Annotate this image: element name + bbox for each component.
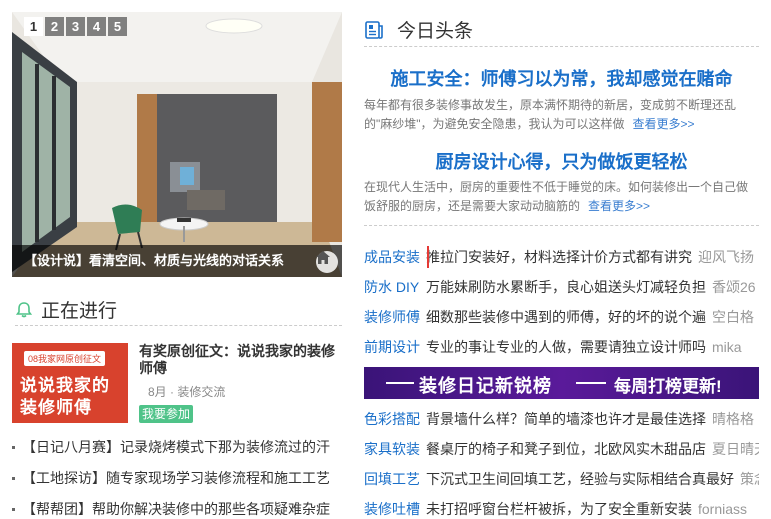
- list-item[interactable]: 【日记八月赛】记录烧烤模式下那为装修流过的汗: [12, 437, 344, 468]
- more-link[interactable]: 查看更多>>: [633, 117, 695, 131]
- author[interactable]: mika: [712, 339, 742, 355]
- title-link[interactable]: 餐桌厅的椅子和凳子到位，北欧风实木甜品店: [426, 441, 706, 457]
- category-link[interactable]: 家具软装: [364, 438, 426, 460]
- headline-2[interactable]: 厨房设计心得，只为做饭更轻松: [364, 148, 759, 174]
- slider-tab-3[interactable]: 3: [66, 17, 85, 36]
- author[interactable]: 空白格: [712, 309, 754, 325]
- category-link[interactable]: 防水 DIY: [364, 276, 426, 298]
- title-link[interactable]: 万能妹刷防水累断手，良心姐送头灯减轻负担: [426, 279, 706, 295]
- author[interactable]: forniass: [698, 501, 747, 517]
- headline-2-summary: 在现代人生活中，厨房的重要性不低于睡觉的床。如何装修出一个自己做饭舒服的厨房，还…: [364, 178, 759, 216]
- promo-image[interactable]: 08我家网原创征文 说说我家的 装修师傅: [12, 343, 128, 423]
- list-row: 装修吐槽 未打招呼窗台栏杆被拆，为了安全重新安装 forniass: [364, 498, 759, 519]
- category-link[interactable]: 装修师傅: [364, 306, 426, 328]
- list-row: 色彩搭配 背景墙什么样？简单的墙漆也许才是最佳选择 晴格格: [364, 408, 759, 430]
- promo-tag: 08我家网原创征文: [24, 351, 106, 366]
- slider-tabs: 1 2 3 4 5: [24, 17, 127, 36]
- promo-month: 8月: [148, 385, 167, 399]
- slider-tab-4[interactable]: 4: [87, 17, 106, 36]
- title-link[interactable]: 背景墙什么样？简单的墙漆也许才是最佳选择: [426, 411, 706, 427]
- slider-tab-2[interactable]: 2: [45, 17, 64, 36]
- home-icon: [316, 251, 330, 264]
- bell-icon: [15, 301, 33, 317]
- banner-arrow-right: [576, 382, 606, 384]
- author[interactable]: 晴格格: [712, 411, 754, 427]
- list-row: 前期设计 专业的事让专业的人做，需要请独立设计师吗 mika: [364, 336, 759, 358]
- category-link[interactable]: 装修吐槽: [364, 498, 426, 519]
- list-item[interactable]: 【帮帮团】帮助你解决装修中的那些各项疑难杂症: [12, 499, 344, 519]
- diary-ranking-banner[interactable]: 装修日记新锐榜 每周打榜更新!: [364, 367, 759, 399]
- slider-tab-5[interactable]: 5: [108, 17, 127, 36]
- category-link[interactable]: 回填工艺: [364, 468, 426, 490]
- title-link[interactable]: 专业的事让专业的人做，需要请独立设计师吗: [426, 339, 706, 355]
- author[interactable]: 策念: [740, 471, 759, 487]
- ongoing-list: 【日记八月赛】记录烧烤模式下那为装修流过的汗 【工地探访】随专家现场学习装修流程…: [12, 437, 344, 519]
- headline-1[interactable]: 施工安全：师傅习以为常，我却感觉在赌命: [364, 65, 759, 91]
- list-item[interactable]: 【工地探访】随专家现场学习装修流程和施工工艺: [12, 468, 344, 499]
- headlines-header: 今日头条: [364, 13, 759, 47]
- headlines-title: 今日头条: [397, 21, 474, 42]
- list-row: 家具软装餐桌厅的椅子和凳子到位，北欧风实木甜品店夏日晴天: [364, 438, 759, 460]
- home-button[interactable]: [316, 251, 338, 273]
- slider-tab-1[interactable]: 1: [24, 17, 43, 36]
- banner-arrow-left: [386, 382, 414, 384]
- ongoing-header: 正在进行: [15, 294, 342, 326]
- page: 1 2 3 4 5 【设计说】看清空间、材质与光线的对话关系 正在进行 08我家…: [0, 0, 771, 519]
- highlight-box: [427, 246, 759, 268]
- slide-image-living-room: [12, 12, 342, 277]
- banner-left-text: 装修日记新锐榜: [419, 376, 552, 396]
- author[interactable]: 夏日晴天: [712, 441, 759, 457]
- promo-separator: ·: [170, 385, 175, 399]
- title-link[interactable]: 未打招呼窗台栏杆被拆，为了安全重新安装: [426, 501, 692, 517]
- newspaper-icon: [365, 20, 383, 39]
- promo-category[interactable]: 装修交流: [177, 385, 225, 399]
- join-button[interactable]: 我要参加: [139, 405, 194, 423]
- list-row: 回填工艺下沉式卫生间回填工艺，经验与实际相结合真最好策念: [364, 468, 759, 490]
- ongoing-title: 正在进行: [41, 301, 118, 322]
- title-link[interactable]: 下沉式卫生间回填工艺，经验与实际相结合真最好: [426, 471, 734, 487]
- summary-text: 在现代人生活中，厨房的重要性不低于睡觉的床。如何装修出一个自己做饭舒服的厨房，还…: [364, 180, 749, 213]
- promo-line-2: 装修师傅: [20, 398, 92, 417]
- author[interactable]: 香颂26: [712, 279, 756, 295]
- category-link[interactable]: 前期设计: [364, 336, 426, 358]
- title-link[interactable]: 细数那些装修中遇到的师傅，好的坏的说个遍: [426, 309, 706, 325]
- headline-1-summary: 每年都有很多装修事故发生，原本满怀期待的新居，变成剪不断理还乱的"麻纱堆"，为避…: [364, 96, 759, 134]
- list-row: 成品安装 推拉门安装好，材料选择计价方式都有讲究 迎风飞扬: [364, 246, 759, 268]
- slider-caption[interactable]: 【设计说】看清空间、材质与光线的对话关系: [12, 245, 342, 277]
- list-row: 装修师傅 细数那些装修中遇到的师傅，好的坏的说个遍 空白格: [364, 306, 759, 328]
- promo-title-link[interactable]: 有奖原创征文：说说我家的装修师傅: [139, 343, 344, 377]
- category-link[interactable]: 色彩搭配: [364, 408, 426, 430]
- list-row: 防水 DIY 万能妹刷防水累断手，良心姐送头灯减轻负担 香颂26: [364, 276, 759, 298]
- more-link[interactable]: 查看更多>>: [588, 199, 650, 213]
- banner-right-text: 每周打榜更新!: [614, 377, 722, 396]
- divider: [364, 225, 759, 226]
- image-slider[interactable]: 1 2 3 4 5 【设计说】看清空间、材质与光线的对话关系: [12, 12, 342, 277]
- category-link[interactable]: 成品安装: [364, 246, 426, 268]
- promo-meta: 8月 · 装修交流: [148, 383, 225, 400]
